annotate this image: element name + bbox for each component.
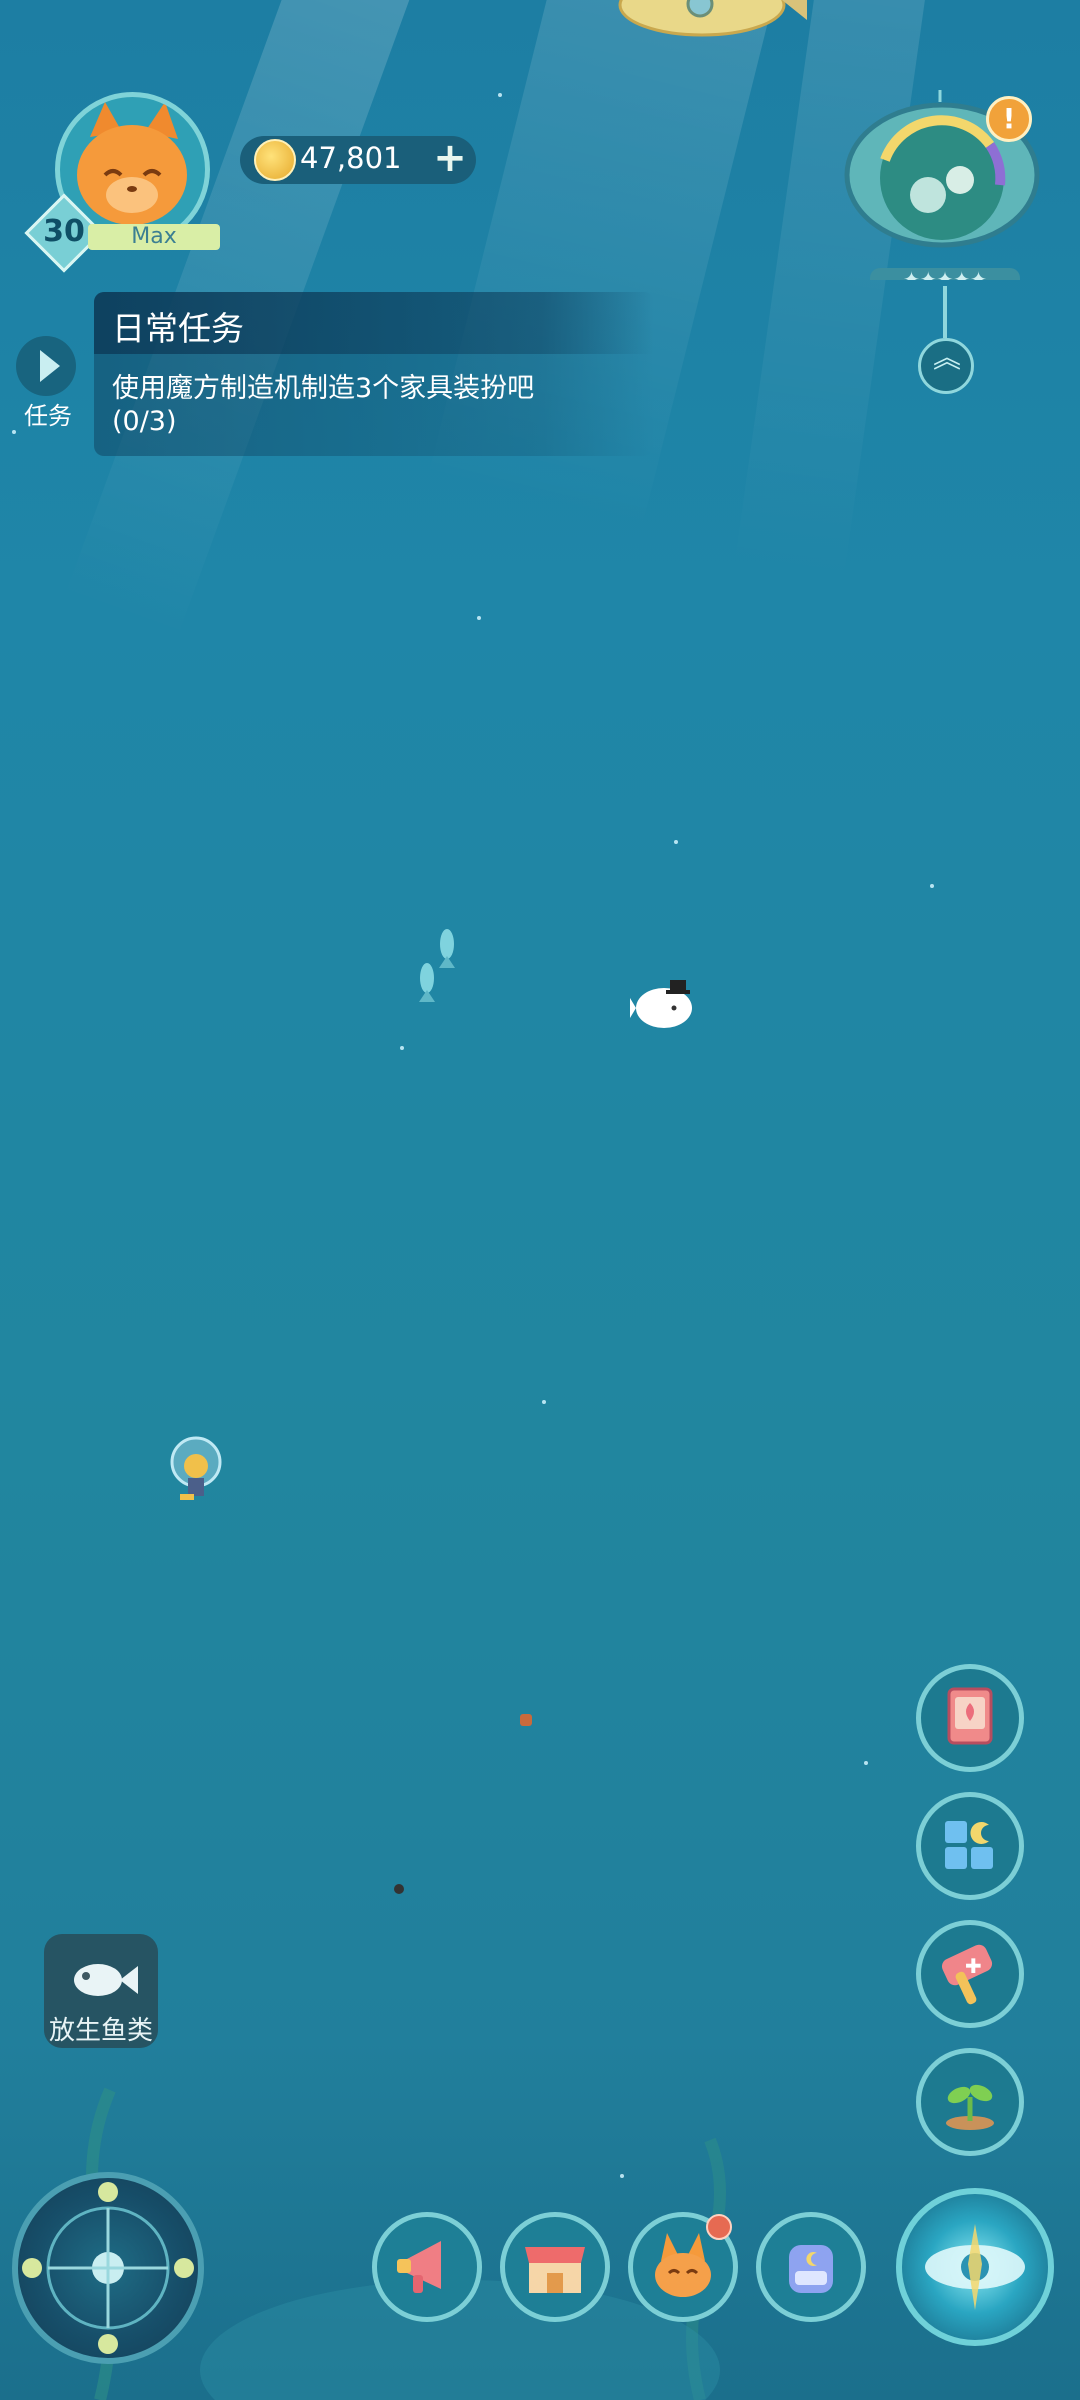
alert-icon[interactable]: !	[986, 96, 1032, 142]
fish-icon	[74, 1964, 138, 1996]
play-arrow-icon	[40, 350, 60, 382]
level-status: Max	[88, 224, 220, 250]
hammer-icon: ✚	[941, 1944, 993, 2005]
svg-text:✦✦✦✦✦: ✦✦✦✦✦	[903, 267, 987, 280]
backpack-button[interactable]	[756, 2212, 866, 2322]
pebble-icon	[520, 1714, 532, 1726]
main-action-button[interactable]	[896, 2188, 1054, 2346]
diver-cat-icon[interactable]	[166, 1436, 226, 1516]
decorate-button[interactable]	[916, 1792, 1024, 1900]
scene-connector	[943, 286, 947, 338]
bubble-particle	[930, 884, 934, 888]
light-ray	[734, 0, 930, 582]
player-level: 30	[43, 214, 85, 249]
announcement-button[interactable]	[372, 2212, 482, 2322]
bubble-particle	[674, 840, 678, 844]
pebble-icon	[394, 1884, 404, 1894]
notification-dot	[706, 2214, 732, 2240]
compass-map-button[interactable]	[12, 2172, 204, 2364]
svg-text:✚: ✚	[965, 1954, 982, 1978]
daily-task-progress: (0/3)	[112, 406, 177, 437]
shop-icon	[525, 2247, 585, 2293]
compass-icon	[22, 2182, 194, 2354]
daily-task-title: 日常任务	[112, 309, 244, 348]
guide-book-button[interactable]	[916, 1664, 1024, 1772]
submarine-icon[interactable]	[612, 0, 812, 40]
add-coins-button[interactable]: +	[426, 134, 474, 182]
decorate-icon	[945, 1821, 993, 1869]
shop-button[interactable]	[500, 2212, 610, 2322]
eye-compass-icon	[925, 2224, 1025, 2310]
bubble-particle	[498, 93, 502, 97]
guide-book-icon	[947, 1687, 993, 1745]
fish-icon[interactable]	[414, 960, 440, 1004]
task-button-label: 任务	[24, 402, 72, 430]
daily-task-description: 使用魔方制造机制造3个家具装扮吧	[112, 373, 535, 404]
hammer-button[interactable]: ✚	[916, 1920, 1024, 2028]
bubble-particle	[477, 616, 481, 620]
beluga-whale-icon[interactable]	[630, 974, 696, 1032]
double-chevron-up-icon: ︽	[933, 341, 962, 374]
megaphone-icon	[397, 2241, 441, 2293]
bubble-particle	[542, 1400, 546, 1404]
backpack-icon	[789, 2245, 833, 2293]
bubble-particle	[864, 1761, 868, 1765]
coin-icon	[254, 139, 296, 181]
coin-count: 47,801	[300, 141, 402, 175]
bubble-particle	[400, 1046, 404, 1050]
